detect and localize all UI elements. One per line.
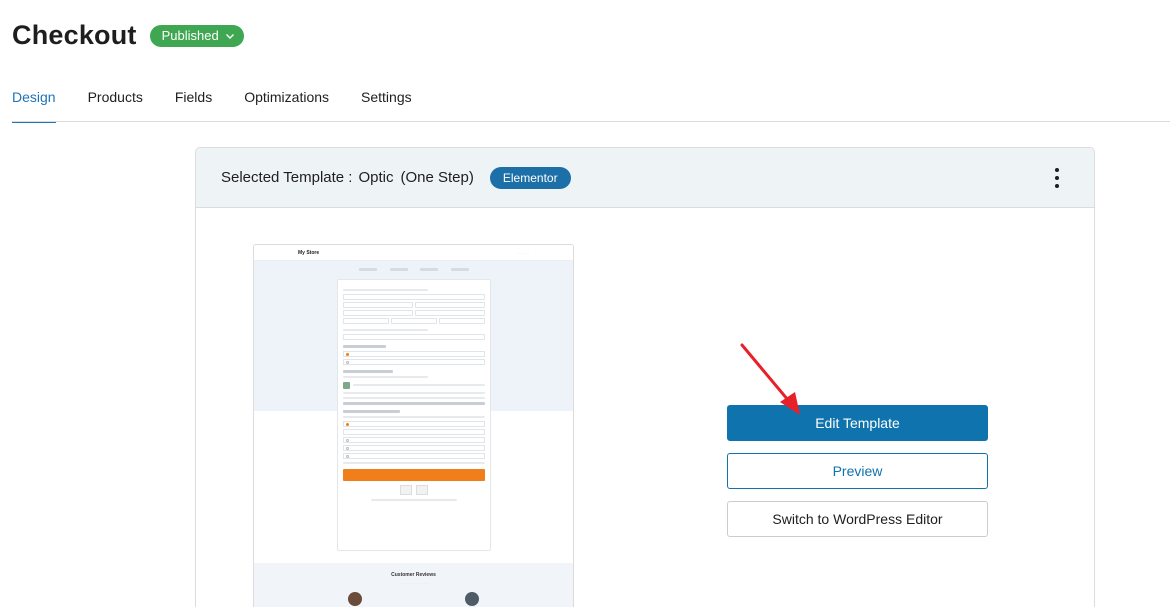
template-name: Optic — [358, 169, 394, 186]
preview-button[interactable]: Preview — [727, 453, 988, 489]
page-header: Checkout Published — [12, 20, 244, 51]
template-variant: (One Step) — [400, 169, 474, 186]
template-panel: Selected Template : Optic (One Step) Ele… — [195, 147, 1095, 607]
thumbnail-reviews-title: Customer Reviews — [391, 572, 436, 578]
more-vertical-icon[interactable] — [1052, 168, 1062, 188]
template-panel-header: Selected Template : Optic (One Step) Ele… — [196, 148, 1094, 208]
tab-bar: Design Products Fields Optimizations Set… — [12, 89, 444, 123]
thumbnail-avatar — [348, 592, 362, 606]
template-actions: Edit Template Preview Switch to WordPres… — [727, 405, 988, 549]
thumbnail-place-order — [343, 469, 485, 481]
page-title: Checkout — [12, 20, 137, 50]
thumbnail-checkout-form — [337, 279, 491, 551]
chevron-down-icon — [225, 33, 234, 39]
template-thumbnail[interactable]: My Store · · · · · · · Customer Reviews … — [253, 244, 574, 607]
switch-editor-button[interactable]: Switch to WordPress Editor — [727, 501, 988, 537]
edit-template-button[interactable]: Edit Template — [727, 405, 988, 441]
tabs-divider — [12, 121, 1170, 122]
tab-design[interactable]: Design — [12, 89, 56, 123]
thumbnail-store-header: My Store · · · · · · · — [254, 245, 573, 261]
builder-badge: Elementor — [489, 166, 571, 189]
tab-settings[interactable]: Settings — [361, 89, 412, 123]
tab-fields[interactable]: Fields — [175, 89, 212, 123]
status-label: Published — [161, 28, 219, 43]
status-dropdown[interactable]: Published — [149, 24, 244, 47]
thumbnail-avatar — [465, 592, 479, 606]
thumbnail-steps — [359, 268, 469, 271]
selected-template-label: Selected Template : — [221, 169, 353, 186]
tab-optimizations[interactable]: Optimizations — [244, 89, 329, 123]
tab-products[interactable]: Products — [88, 89, 143, 123]
thumbnail-store-name: My Store — [298, 249, 320, 256]
